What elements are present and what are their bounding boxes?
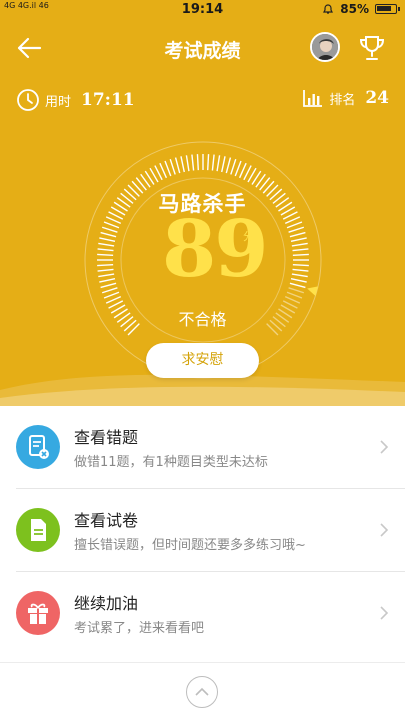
gauge-tick — [292, 253, 309, 256]
stats-row: 用时 17:11 排名 24 — [0, 88, 405, 112]
gauge-tick — [292, 248, 309, 252]
gauge-tick — [191, 154, 195, 171]
gift-icon — [16, 591, 60, 635]
gauge-tick — [284, 295, 301, 304]
status-bar: 4G 4G.il 46 19:14 85% — [0, 0, 405, 20]
gauge-tick — [97, 253, 114, 256]
gauge-tick — [164, 160, 172, 177]
gauge-tick — [292, 264, 309, 267]
gauge-tick — [291, 273, 308, 278]
footer-divider — [0, 662, 405, 663]
gauge-tick — [169, 158, 176, 175]
item-title: 查看错题 — [74, 428, 139, 447]
chevron-right-icon — [380, 606, 389, 620]
gauge-tick — [98, 273, 115, 278]
gauge-tick — [289, 282, 306, 289]
chevron-right-icon — [380, 440, 389, 454]
item-title: 查看试卷 — [74, 511, 139, 530]
gauge-tick — [288, 226, 305, 233]
score-value: 89 — [162, 204, 269, 295]
gauge-tick — [286, 291, 303, 299]
gauge-tick — [225, 157, 232, 174]
paper-icon — [16, 508, 60, 552]
battery-percent: 85% — [340, 2, 369, 16]
gauge-tick — [230, 158, 237, 175]
trophy-icon[interactable] — [357, 34, 387, 62]
gauge-tick — [99, 278, 116, 283]
gauge-tick — [292, 268, 309, 272]
scroll-up-button[interactable] — [186, 676, 218, 708]
chevron-up-icon — [195, 687, 209, 696]
battery-icon — [375, 4, 400, 14]
page-title: 考试成绩 — [164, 40, 241, 62]
gauge-tick — [289, 231, 306, 238]
clock-icon — [17, 89, 39, 111]
gauge-tick — [101, 287, 118, 294]
score-unit: 分 — [243, 230, 254, 243]
gauge-tick — [101, 226, 118, 233]
action-list: 查看错题 做错11题，有1种题目类型未达标 查看试卷 擅长错误题，但时间题还要多… — [0, 406, 405, 655]
gauge-tick — [174, 157, 181, 174]
gauge-tick — [211, 154, 215, 171]
item-title: 继续加油 — [74, 594, 139, 613]
gauge-tick — [105, 295, 122, 304]
gauge-tick — [291, 242, 308, 247]
gauge-tick — [180, 156, 185, 173]
gauge-tick — [290, 237, 307, 242]
gauge-tick — [97, 268, 114, 272]
list-item-review-mistakes[interactable]: 查看错题 做错11题，有1种题目类型未达标 — [0, 406, 405, 489]
avatar[interactable] — [310, 32, 340, 62]
time-value: 17:11 — [81, 90, 135, 110]
gauge-tick — [103, 291, 120, 299]
gauge-pointer — [307, 286, 319, 296]
time-stat: 用时 17:11 — [16, 88, 135, 112]
rank-label: 排名 — [329, 92, 356, 108]
gauge-tick — [221, 156, 226, 173]
chevron-right-icon — [380, 523, 389, 537]
gauge-tick — [97, 248, 114, 252]
comfort-button[interactable]: 求安慰 — [146, 343, 259, 378]
gauge-tick — [100, 282, 117, 289]
item-desc: 擅长错误题，但时间题还要多多练习哦~ — [74, 538, 306, 553]
gauge-tick — [196, 154, 199, 171]
gauge-tick — [97, 264, 114, 267]
gauge-tick — [286, 221, 303, 229]
bar-chart-icon — [303, 90, 323, 107]
gauge-tick — [103, 221, 120, 229]
gauge-tick — [234, 160, 242, 177]
gauge-tick — [99, 237, 116, 242]
result-header: 4G 4G.il 46 19:14 85% 考试成绩 用时 17:11 排名 2… — [0, 0, 405, 406]
item-desc: 考试累了，进来看看吧 — [74, 621, 205, 636]
gauge-tick — [159, 162, 168, 179]
gauge-tick — [290, 278, 307, 283]
pass-status: 不合格 — [178, 310, 227, 329]
gauge-tick — [207, 154, 210, 171]
gauge-tick — [216, 155, 221, 172]
rank-stat: 排名 24 — [302, 88, 389, 108]
list-item-keep-going[interactable]: 继续加油 考试累了，进来看看吧 — [0, 572, 405, 655]
gauge-tick — [238, 162, 247, 179]
gauge-tick — [100, 231, 117, 238]
list-item-view-paper[interactable]: 查看试卷 擅长错误题，但时间题还要多多练习哦~ — [0, 489, 405, 572]
rank-value: 24 — [365, 88, 389, 108]
gauge-tick — [98, 242, 115, 247]
gauge-tick — [185, 155, 190, 172]
navbar: 考试成绩 — [0, 30, 405, 66]
gauge-tick — [288, 287, 305, 294]
status-right: 85% — [322, 2, 400, 16]
item-desc: 做错11题，有1种题目类型未达标 — [74, 455, 268, 470]
alarm-icon — [323, 4, 334, 14]
time-label: 用时 — [45, 94, 72, 110]
document-error-icon — [16, 425, 60, 469]
